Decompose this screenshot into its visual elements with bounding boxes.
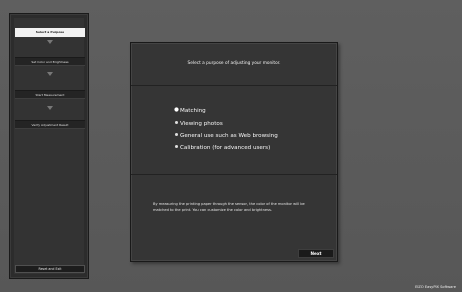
option-matching[interactable]: Matching	[175, 106, 206, 116]
option-viewing-photos[interactable]: Viewing photos	[175, 119, 223, 129]
purpose-description: By measuring the printing paper through …	[153, 202, 305, 212]
purpose-options: Matching Viewing photos General use such…	[131, 86, 337, 175]
option-label: Matching	[180, 108, 206, 114]
brand-label: EIZO EasyPIX Software	[415, 285, 456, 289]
radio-icon[interactable]	[175, 121, 178, 124]
option-label: Calibration (for advanced users)	[180, 145, 271, 151]
step-arrow-icon	[47, 72, 53, 76]
step-verify-adjustment-result[interactable]: Verify Adjustment Result	[15, 120, 85, 129]
option-calibration[interactable]: Calibration (for advanced users)	[175, 143, 270, 153]
radio-icon[interactable]	[175, 145, 178, 148]
purpose-panel: Select a purpose of adjusting your monit…	[130, 42, 338, 262]
app-window: Select a Purpose Set Color and Brightnes…	[0, 0, 462, 292]
option-label: Viewing photos	[180, 121, 223, 127]
step-select-purpose[interactable]: Select a Purpose	[15, 28, 85, 37]
next-button[interactable]: Next	[298, 249, 334, 258]
option-general-use[interactable]: General use such as Web browsing	[175, 131, 278, 141]
radio-icon[interactable]	[175, 133, 178, 136]
step-start-measurement[interactable]: Start Measurement	[15, 90, 85, 99]
reset-and-exit-button[interactable]: Reset and Exit	[15, 265, 85, 273]
step-set-color-brightness[interactable]: Set Color and Brightness	[15, 57, 85, 66]
option-label: General use such as Web browsing	[180, 133, 278, 139]
radio-selected-icon[interactable]	[175, 108, 178, 111]
instruction-text: Select a purpose of adjusting your monit…	[131, 43, 337, 86]
step-arrow-icon	[47, 106, 53, 110]
step-arrow-icon	[47, 40, 53, 44]
steps-sidebar: Select a Purpose Set Color and Brightnes…	[9, 13, 89, 279]
